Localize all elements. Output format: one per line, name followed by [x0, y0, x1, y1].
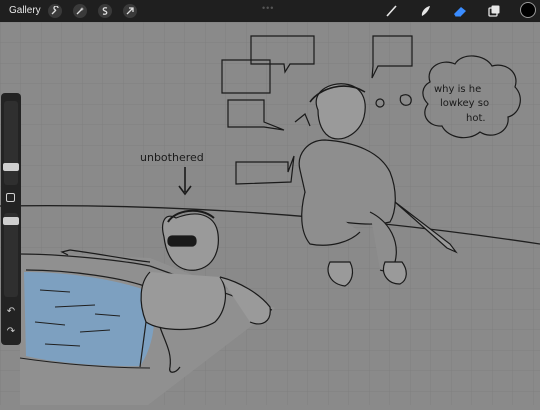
- gallery-button[interactable]: Gallery: [9, 5, 41, 16]
- thought-text-line1: why is he: [434, 84, 481, 95]
- brush-icon[interactable]: [384, 3, 400, 19]
- eraser-icon[interactable]: [452, 3, 468, 19]
- drawing-canvas[interactable]: unbothered why is he lowkey so hot.: [0, 22, 540, 405]
- color-picker-button[interactable]: [520, 2, 536, 18]
- handle-dots[interactable]: •••: [262, 3, 274, 13]
- undo-icon[interactable]: ↶: [4, 305, 18, 319]
- transform-arrow-icon[interactable]: [123, 4, 137, 18]
- smudge-icon[interactable]: [418, 3, 434, 19]
- opacity-slider[interactable]: [3, 213, 19, 297]
- top-toolbar: Gallery •••: [0, 0, 540, 22]
- opacity-thumb[interactable]: [3, 217, 19, 225]
- selection-icon[interactable]: [98, 4, 112, 18]
- redo-icon[interactable]: ↷: [4, 325, 18, 339]
- caption-unbothered: unbothered: [140, 151, 204, 164]
- brush-sidebar: ↶ ↷: [1, 93, 21, 345]
- artwork: unbothered why is he lowkey so hot.: [0, 22, 540, 405]
- brush-size-slider[interactable]: [3, 101, 19, 185]
- thought-text-line3: hot.: [466, 113, 486, 124]
- brush-size-thumb[interactable]: [3, 163, 19, 171]
- modify-button[interactable]: [6, 193, 15, 202]
- thought-text-line2: lowkey so: [440, 98, 489, 109]
- magic-wand-icon[interactable]: [73, 4, 87, 18]
- layers-icon[interactable]: [486, 3, 502, 19]
- wrench-icon[interactable]: [48, 4, 62, 18]
